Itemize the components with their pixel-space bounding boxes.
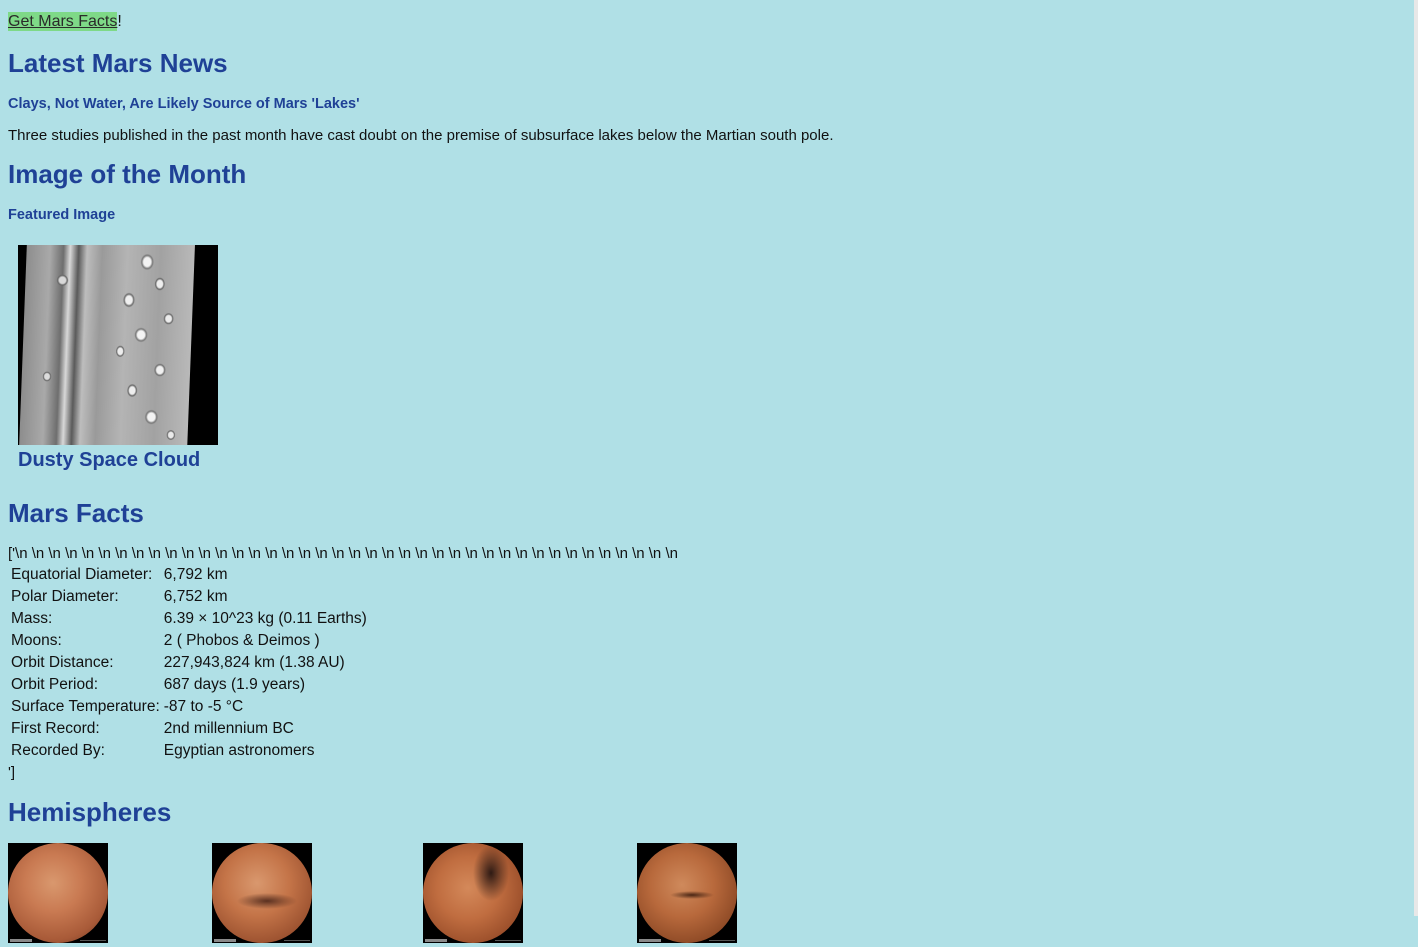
- get-mars-facts-suffix: !: [117, 13, 122, 30]
- facts-row-label: Orbit Period:: [11, 676, 99, 693]
- facts-row-label: Surface Temperature:: [11, 698, 160, 715]
- page: Get Mars Facts! Latest Mars News Clays, …: [0, 0, 1418, 947]
- facts-row-label: Moons:: [11, 632, 62, 649]
- hemisphere-image-2[interactable]: [212, 843, 312, 943]
- page-scrollbar[interactable]: [1414, 0, 1418, 916]
- hemisphere-4-globe: [637, 843, 737, 943]
- facts-row-value: -87 to -5 °C: [163, 698, 244, 715]
- facts-row-value: 6,752 km: [163, 588, 228, 605]
- hemisphere-image-4[interactable]: [637, 843, 737, 943]
- mars-facts-table-body: Equatorial Diameter: 6,792 km Polar Diamet…: [10, 565, 368, 761]
- latest-news-heading: Latest Mars News: [8, 48, 228, 78]
- facts-row: Orbit Distance: 227,943,824 km (1.38 AU): [10, 653, 368, 673]
- hemisphere-4-credit: [709, 940, 735, 941]
- hemisphere-3-logo: [425, 939, 447, 942]
- mars-facts-table: Equatorial Diameter: 6,792 km Polar Diamet…: [8, 563, 370, 763]
- hemisphere-2-globe: [212, 843, 312, 943]
- facts-row: Orbit Period: 687 days (1.9 years): [10, 675, 368, 695]
- facts-row: Moons: 2 ( Phobos & Deimos ): [10, 631, 368, 651]
- hemisphere-1-credit: [80, 940, 106, 941]
- hemisphere-image-1[interactable]: [8, 843, 108, 943]
- facts-raw-prefix: ['\n \n \n \n \n \n \n \n \n \n \n \n \n…: [8, 545, 678, 562]
- facts-row: Mass: 6.39 × 10^23 kg (0.11 Earths): [10, 609, 368, 629]
- facts-row-value: Egyptian astronomers: [163, 742, 315, 759]
- hemisphere-2-credit: [284, 940, 310, 941]
- hemisphere-2-logo: [214, 939, 236, 942]
- hemisphere-1-globe: [8, 843, 108, 943]
- mars-facts-heading: Mars Facts: [8, 498, 144, 528]
- facts-row-value: 6.39 × 10^23 kg (0.11 Earths): [163, 610, 367, 627]
- news-teaser: Three studies published in the past mont…: [8, 127, 834, 144]
- facts-row: Surface Temperature: -87 to -5 °C: [10, 697, 368, 717]
- facts-row-label: Equatorial Diameter:: [11, 566, 153, 583]
- featured-image-terrain: [18, 245, 196, 445]
- image-of-month-heading: Image of the Month: [8, 159, 247, 189]
- featured-image-subheading: Featured Image: [8, 207, 116, 223]
- hemispheres-heading: Hemispheres: [8, 797, 172, 827]
- hemisphere-3-globe: [423, 843, 523, 943]
- facts-raw-suffix: ']: [8, 764, 16, 781]
- facts-row: Polar Diameter: 6,752 km: [10, 587, 368, 607]
- get-mars-facts-label: Get Mars Facts: [8, 13, 118, 30]
- facts-row: Recorded By: Egyptian astronomers: [10, 741, 368, 761]
- get-facts-wrapper: Get Mars Facts!: [8, 12, 122, 31]
- featured-image-caption: Dusty Space Cloud: [18, 449, 201, 471]
- featured-image[interactable]: [18, 245, 218, 445]
- facts-row: First Record: 2nd millennium BC: [10, 719, 368, 739]
- facts-row-value: 687 days (1.9 years): [163, 676, 306, 693]
- facts-row: Equatorial Diameter: 6,792 km: [10, 565, 368, 585]
- facts-row-label: First Record:: [11, 720, 100, 737]
- hemisphere-3-credit: [495, 940, 521, 941]
- facts-row-label: Mass:: [11, 610, 53, 627]
- facts-row-label: Orbit Distance:: [11, 654, 114, 671]
- news-title: Clays, Not Water, Are Likely Source of M…: [8, 96, 360, 112]
- facts-row-label: Polar Diameter:: [11, 588, 119, 605]
- get-mars-facts-button[interactable]: Get Mars Facts: [8, 12, 118, 31]
- hemisphere-image-3[interactable]: [423, 843, 523, 943]
- facts-row-value: 227,943,824 km (1.38 AU): [163, 654, 345, 671]
- facts-row-label: Recorded By:: [11, 742, 105, 759]
- facts-row-value: 2 ( Phobos & Deimos ): [163, 632, 320, 649]
- facts-row-value: 2nd millennium BC: [163, 720, 294, 737]
- hemisphere-4-logo: [639, 939, 661, 942]
- facts-row-value: 6,792 km: [163, 566, 228, 583]
- hemisphere-1-logo: [10, 939, 32, 942]
